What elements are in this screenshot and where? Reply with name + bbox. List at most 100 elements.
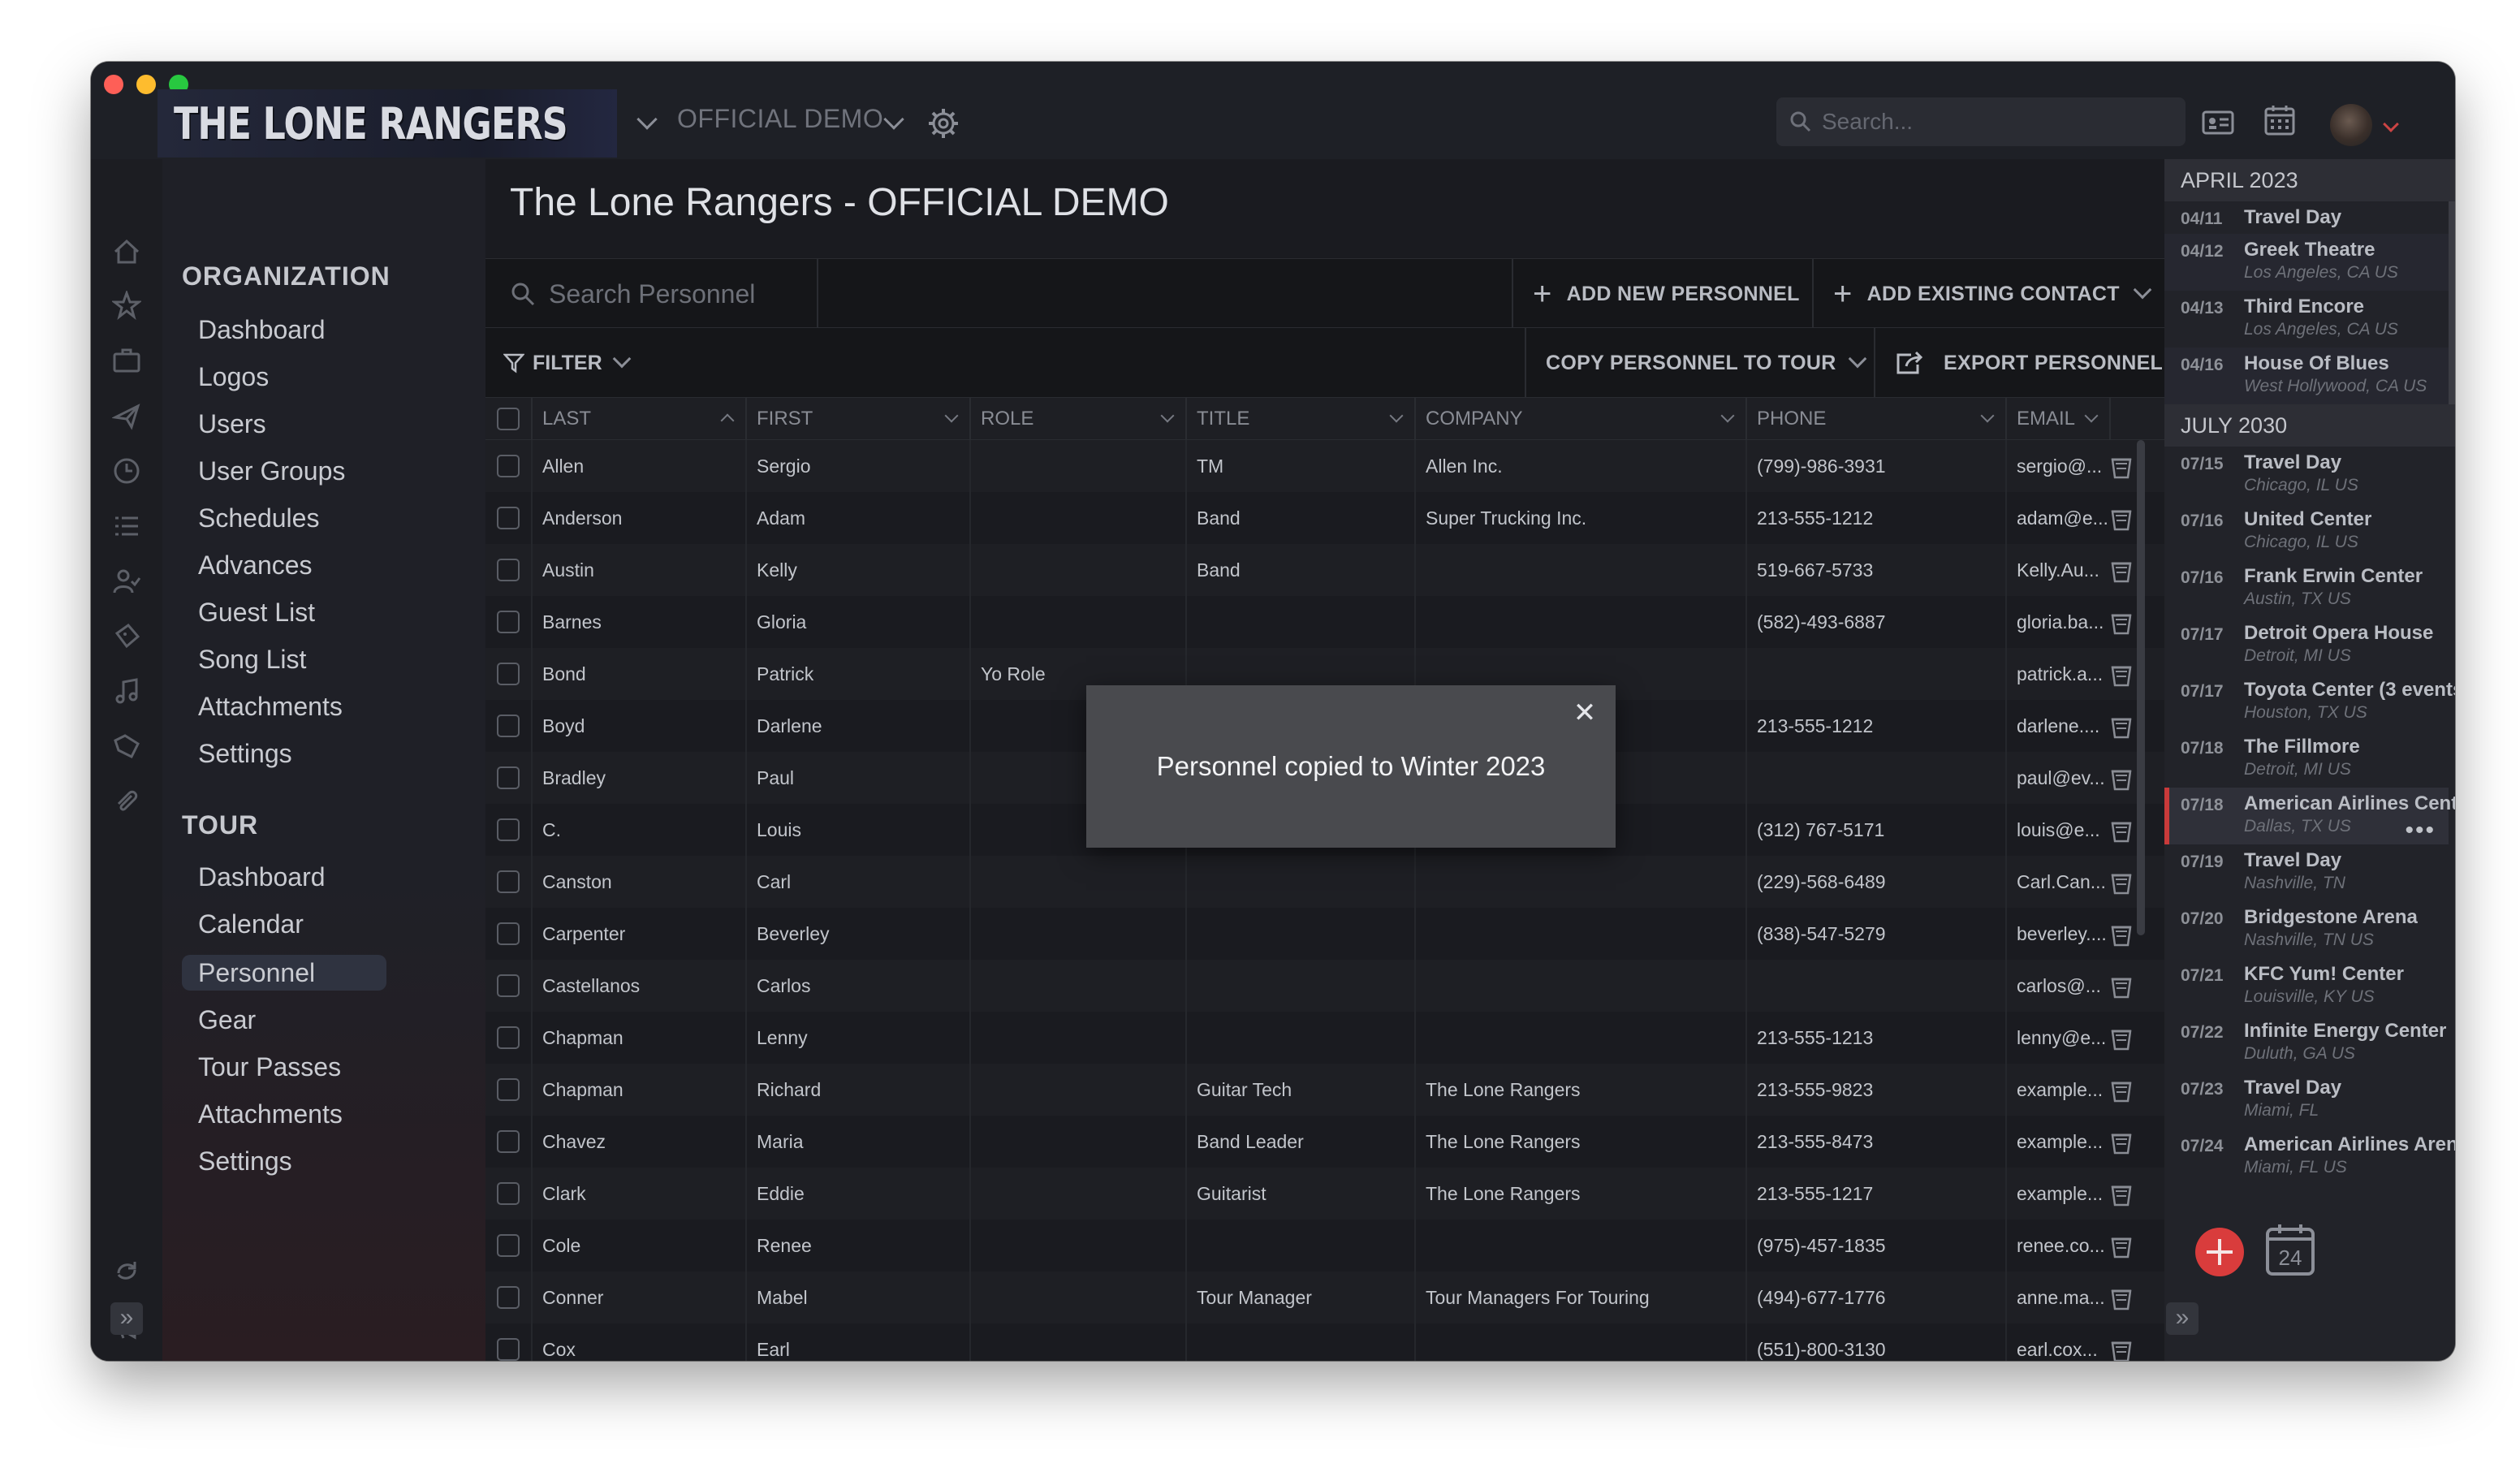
column-header-first[interactable]: FIRST: [745, 398, 969, 440]
list-icon[interactable]: [112, 512, 141, 541]
trash-icon[interactable]: [2109, 974, 2134, 1003]
table-scrollbar[interactable]: [2137, 440, 2145, 935]
row-checkbox[interactable]: [497, 559, 520, 581]
row-checkbox[interactable]: [497, 766, 520, 789]
nav-org-dashboard[interactable]: Dashboard: [182, 312, 386, 348]
nav-tour-dashboard[interactable]: Dashboard: [182, 859, 386, 895]
nav-org-guest-list[interactable]: Guest List: [182, 594, 386, 630]
expand-calendar-button[interactable]: »: [2166, 1302, 2199, 1335]
star-icon[interactable]: [112, 291, 141, 320]
filter-button[interactable]: FILTER: [503, 328, 631, 398]
calendar-event[interactable]: 04/16 House Of Blues West Hollywood, CA US: [2164, 348, 2449, 404]
calendar-event[interactable]: 07/15 Travel Day Chicago, IL US: [2164, 447, 2449, 503]
add-existing-contact-button[interactable]: + ADD EXISTING CONTACT: [1812, 259, 2164, 329]
sync-icon[interactable]: [112, 1257, 141, 1286]
nav-tour-attachments[interactable]: Attachments: [182, 1096, 386, 1132]
home-icon[interactable]: [112, 237, 141, 266]
trash-icon[interactable]: [2109, 1130, 2134, 1159]
organization-logo[interactable]: THE LONE RANGERS: [158, 89, 617, 158]
table-row[interactable]: Cole Renee (975)-457-1835 renee.co...: [485, 1220, 2164, 1272]
calendar-event[interactable]: 07/22 Infinite Energy Center Duluth, GA US: [2164, 1015, 2449, 1072]
nav-org-user-groups[interactable]: User Groups: [182, 453, 386, 489]
trash-icon[interactable]: [2109, 715, 2134, 743]
row-checkbox[interactable]: [497, 1078, 520, 1101]
trash-icon[interactable]: [2109, 1078, 2134, 1107]
trash-icon[interactable]: [2109, 870, 2134, 899]
table-row[interactable]: Chapman Lenny 213-555-1213 lenny@e...: [485, 1012, 2164, 1064]
table-row[interactable]: Barnes Gloria (582)-493-6887 gloria.ba...: [485, 596, 2164, 648]
trash-icon[interactable]: [2109, 818, 2134, 847]
table-row[interactable]: Cox Earl (551)-800-3130 earl.cox...: [485, 1323, 2164, 1361]
nav-org-schedules[interactable]: Schedules: [182, 500, 386, 536]
table-row[interactable]: Castellanos Carlos carlos@...: [485, 960, 2164, 1012]
table-row[interactable]: Chapman Richard Guitar Tech The Lone Ranger…: [485, 1064, 2164, 1116]
nav-tour-passes[interactable]: Tour Passes: [182, 1049, 386, 1085]
user-check-icon[interactable]: [112, 567, 141, 596]
row-checkbox[interactable]: [497, 870, 520, 893]
ticket-icon[interactable]: [112, 622, 141, 651]
table-row[interactable]: Canston Carl (229)-568-6489 Carl.Can...: [485, 856, 2164, 908]
copy-personnel-to-tour-button[interactable]: COPY PERSONNEL TO TOUR: [1525, 328, 1874, 398]
row-checkbox[interactable]: [497, 455, 520, 477]
row-checkbox[interactable]: [497, 1286, 520, 1309]
nav-org-logos[interactable]: Logos: [182, 359, 386, 395]
airplane-icon[interactable]: [112, 401, 141, 430]
calendar-event[interactable]: 07/18 The Fillmore Detroit, MI US: [2164, 731, 2449, 788]
nav-org-song-list[interactable]: Song List: [182, 641, 386, 677]
trash-icon[interactable]: [2109, 611, 2134, 639]
contact-card-icon[interactable]: [2202, 109, 2234, 136]
trash-icon[interactable]: [2109, 507, 2134, 535]
column-header-email[interactable]: EMAIL: [2005, 398, 2109, 440]
chevron-down-icon[interactable]: [883, 109, 904, 130]
calendar-event[interactable]: 07/17 Toyota Center (3 events) Houston, TX…: [2164, 674, 2455, 731]
trash-icon[interactable]: [2109, 766, 2134, 795]
paperclip-icon[interactable]: [112, 788, 141, 817]
nav-org-attachments[interactable]: Attachments: [182, 689, 386, 724]
calendar-event[interactable]: 07/23 Travel Day Miami, FL: [2164, 1072, 2449, 1129]
column-header-company[interactable]: COMPANY: [1414, 398, 1745, 440]
nav-tour-personnel[interactable]: Personnel: [182, 955, 386, 991]
row-checkbox[interactable]: [497, 1234, 520, 1257]
row-checkbox[interactable]: [497, 507, 520, 529]
close-window-button[interactable]: [104, 75, 123, 94]
export-personnel-button[interactable]: EXPORT PERSONNEL: [1874, 328, 2164, 398]
calendar-event[interactable]: 07/20 Bridgestone Arena Nashville, TN US: [2164, 901, 2449, 958]
user-avatar[interactable]: [2330, 104, 2372, 146]
clock-icon[interactable]: [112, 456, 141, 486]
column-header-role[interactable]: ROLE: [969, 398, 1185, 440]
calendar-today-icon[interactable]: 24: [2265, 1223, 2315, 1276]
nav-tour-settings[interactable]: Settings: [182, 1143, 386, 1179]
calendar-event[interactable]: 04/12 Greek Theatre Los Angeles, CA US: [2164, 234, 2449, 291]
calendar-event[interactable]: 07/18 American Airlines Center Dallas, TX …: [2164, 788, 2455, 844]
calendar-icon[interactable]: [2263, 104, 2296, 136]
calendar-event[interactable]: 07/17 Detroit Opera House Detroit, MI US: [2164, 617, 2449, 674]
minimize-window-button[interactable]: [136, 75, 156, 94]
search-personnel-input[interactable]: Search Personnel: [485, 259, 818, 329]
row-checkbox[interactable]: [497, 611, 520, 633]
nav-org-settings[interactable]: Settings: [182, 736, 386, 771]
tag-icon[interactable]: [112, 732, 141, 762]
nav-org-advances[interactable]: Advances: [182, 547, 386, 583]
calendar-event[interactable]: 07/21 KFC Yum! Center Louisville, KY US: [2164, 958, 2449, 1015]
table-row[interactable]: Austin Kelly Band 519-667-5733 Kelly.Au...: [485, 544, 2164, 596]
row-checkbox[interactable]: [497, 922, 520, 945]
chevron-down-icon[interactable]: [2383, 116, 2399, 132]
trash-icon[interactable]: [2109, 559, 2134, 587]
select-all-checkbox[interactable]: [497, 408, 520, 430]
trash-icon[interactable]: [2109, 1234, 2134, 1263]
table-row[interactable]: Clark Eddie Guitarist The Lone Rangers 213-5…: [485, 1168, 2164, 1220]
trash-icon[interactable]: [2109, 1026, 2134, 1055]
table-row[interactable]: Conner Mabel Tour Manager Tour Managers For…: [485, 1272, 2164, 1323]
expand-sidebar-button[interactable]: »: [110, 1302, 143, 1335]
global-search-input[interactable]: Search...: [1776, 97, 2186, 146]
row-checkbox[interactable]: [497, 715, 520, 737]
row-checkbox[interactable]: [497, 974, 520, 997]
column-header-phone[interactable]: PHONE: [1745, 398, 2005, 440]
table-row[interactable]: Chavez Maria Band Leader The Lone Rangers 21…: [485, 1116, 2164, 1168]
row-checkbox[interactable]: [497, 1130, 520, 1153]
trash-icon[interactable]: [2109, 1286, 2134, 1315]
row-checkbox[interactable]: [497, 1026, 520, 1049]
briefcase-icon[interactable]: [112, 346, 141, 375]
table-row[interactable]: Anderson Adam Band Super Trucking Inc. 213-5…: [485, 492, 2164, 544]
row-checkbox[interactable]: [497, 663, 520, 685]
